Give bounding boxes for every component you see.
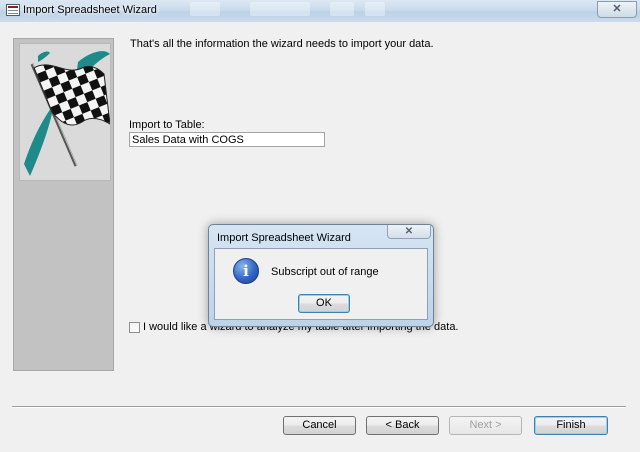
- next-button[interactable]: Next >: [449, 416, 522, 435]
- message-box-title: Import Spreadsheet Wizard: [217, 232, 351, 244]
- window-close-button[interactable]: ✕: [597, 1, 637, 18]
- cancel-button[interactable]: Cancel: [283, 416, 356, 435]
- checkered-flag-image: [19, 43, 111, 181]
- message-box-close-button[interactable]: ✕: [387, 225, 431, 239]
- background-glass-glyph: [190, 2, 220, 16]
- message-box-dialog: Import Spreadsheet Wizard ✕ i Subscript …: [208, 224, 434, 327]
- button-bar-divider: [12, 406, 626, 408]
- window-title-bar: Import Spreadsheet Wizard ✕: [0, 0, 640, 22]
- finish-button[interactable]: Finish: [534, 416, 608, 435]
- background-glass-glyph: [330, 2, 354, 16]
- checkered-flag-icon: [24, 51, 110, 176]
- ok-button[interactable]: OK: [298, 294, 350, 313]
- import-to-table-input[interactable]: [129, 132, 325, 147]
- info-icon: i: [233, 258, 259, 284]
- background-glass-glyph: [365, 2, 385, 16]
- back-button[interactable]: < Back: [366, 416, 439, 435]
- error-message: Subscript out of range: [271, 266, 379, 278]
- analyze-table-checkbox[interactable]: [129, 322, 140, 333]
- import-to-table-label: Import to Table:: [129, 119, 205, 131]
- form-app-icon: [6, 4, 20, 16]
- background-glass-glyph: [250, 2, 310, 16]
- window-title: Import Spreadsheet Wizard: [23, 4, 157, 16]
- message-box-body: i Subscript out of range OK: [214, 248, 428, 320]
- wizard-intro-text: That's all the information the wizard ne…: [130, 38, 434, 50]
